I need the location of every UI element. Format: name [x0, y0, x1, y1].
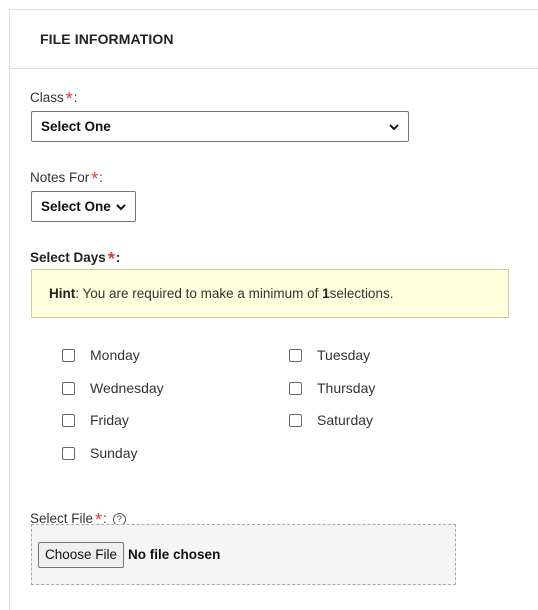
notes-for-label-text: Notes For [30, 170, 90, 185]
notes-for-select-value: Select One [41, 199, 111, 214]
class-select[interactable]: Select One [31, 111, 409, 142]
day-checkbox-saturday[interactable]: Saturday [289, 412, 373, 428]
class-label-suffix: : [73, 90, 78, 105]
day-label: Sunday [90, 445, 138, 461]
day-checkbox-wednesday[interactable]: Wednesday [62, 380, 164, 396]
day-checkbox-friday[interactable]: Friday [62, 412, 129, 428]
select-days-label-suffix: : [115, 250, 121, 265]
day-label: Wednesday [90, 380, 164, 396]
select-days-label: Select Days *: [30, 246, 121, 269]
checkbox-icon[interactable] [62, 413, 75, 427]
day-label: Saturday [317, 412, 374, 428]
hint-text: : You are required to make a minimum of [75, 286, 319, 301]
checkbox-icon[interactable] [289, 348, 302, 362]
checkbox-icon[interactable] [289, 381, 302, 395]
section-title: FILE INFORMATION [40, 31, 174, 47]
file-dropzone[interactable]: Choose File No file chosen [31, 524, 456, 585]
file-status: No file chosen [128, 547, 221, 562]
hint-prefix: Hint [49, 286, 76, 301]
notes-for-label: Notes For *: [30, 166, 104, 189]
checkbox-icon[interactable] [62, 348, 75, 362]
day-checkbox-sunday[interactable]: Sunday [62, 445, 137, 461]
required-mark: * [91, 169, 99, 189]
notes-for-select[interactable]: Select One [31, 191, 136, 222]
required-mark: * [107, 249, 115, 269]
select-days-label-text: Select Days [30, 250, 106, 265]
hint-count: 1 [322, 286, 330, 301]
day-label: Monday [90, 347, 140, 363]
day-label: Friday [90, 412, 129, 428]
chevron-down-icon [116, 204, 126, 211]
hint-text-end: selections. [329, 286, 394, 301]
day-label: Thursday [317, 380, 376, 396]
panel-header: FILE INFORMATION [10, 10, 538, 69]
day-label: Tuesday [317, 347, 371, 363]
required-mark: * [65, 89, 73, 109]
choose-file-button[interactable]: Choose File [38, 541, 125, 568]
day-checkbox-thursday[interactable]: Thursday [289, 380, 375, 396]
notes-for-label-suffix: : [99, 170, 104, 185]
checkbox-icon[interactable] [62, 381, 75, 395]
checkbox-icon[interactable] [62, 446, 75, 460]
chevron-down-icon [389, 124, 399, 131]
day-checkbox-monday[interactable]: Monday [62, 347, 140, 363]
day-checkbox-tuesday[interactable]: Tuesday [289, 347, 370, 363]
class-label-text: Class [30, 90, 64, 105]
checkbox-icon[interactable] [289, 413, 302, 427]
class-label: Class *: [30, 86, 78, 109]
class-select-value: Select One [41, 119, 111, 134]
hint-box: Hint: You are required to make a minimum… [31, 269, 509, 318]
